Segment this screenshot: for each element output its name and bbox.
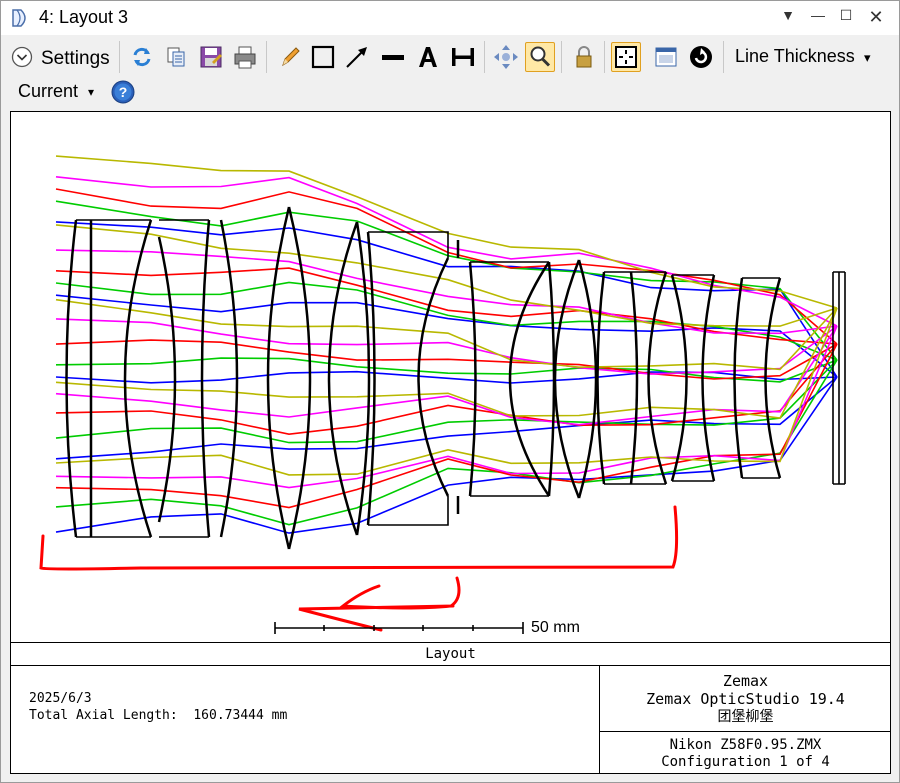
layout-plot: 50 mm Layout 2025/6/3 Total Axial Length… xyxy=(10,111,891,774)
lens-surface xyxy=(547,261,556,497)
pan-icon xyxy=(494,45,518,69)
rotate-icon xyxy=(690,46,712,68)
plot-date: 2025/6/3 xyxy=(29,691,92,706)
rotate-button[interactable] xyxy=(686,42,716,72)
copy-icon xyxy=(167,47,185,67)
line-thickness-dropdown[interactable]: Line Thickness ▾ xyxy=(729,41,879,73)
plot-info-left: 2025/6/3 Total Axial Length: 160.73444 m… xyxy=(29,690,287,724)
pin-button[interactable]: ▼ xyxy=(775,7,801,29)
plot-info-right: Zemax Zemax OpticStudio 19.4 团堡柳堡 Nikon … xyxy=(599,666,891,773)
lens-surface xyxy=(508,261,551,497)
vendor-name: Zemax xyxy=(722,672,769,690)
maximize-icon: ☐ xyxy=(839,7,853,23)
print-button[interactable] xyxy=(230,42,260,72)
minimize-icon: — xyxy=(811,7,825,23)
help-icon[interactable]: ? xyxy=(111,80,135,104)
plot-info-file-block: Nikon Z58F0.95.ZMX Configuration 1 of 4 xyxy=(600,733,891,773)
text-icon xyxy=(419,47,437,67)
current-label: Current xyxy=(18,81,79,101)
chevron-down-icon: ▾ xyxy=(88,85,95,99)
lens-surface xyxy=(287,206,312,550)
pan-button[interactable] xyxy=(491,42,521,72)
current-dropdown[interactable]: Current ▾ xyxy=(13,79,101,105)
line-button[interactable] xyxy=(378,42,408,72)
lock-button[interactable] xyxy=(569,42,599,72)
save-button[interactable] xyxy=(196,42,226,72)
print-icon xyxy=(234,46,256,69)
copy-button[interactable] xyxy=(161,42,191,72)
plot-info-vendor-block: Zemax Zemax OpticStudio 19.4 团堡柳堡 xyxy=(600,666,891,732)
lock-icon xyxy=(576,46,592,68)
crosshair-icon xyxy=(615,46,637,68)
refresh-icon xyxy=(133,47,151,67)
lens-surface xyxy=(327,221,359,536)
arrow-button[interactable] xyxy=(342,42,372,72)
toolbar: Settings Line Thickness ▾ xyxy=(1,37,899,77)
lens-surface xyxy=(157,236,177,523)
lens-surface xyxy=(670,274,688,482)
toolbar-separator xyxy=(484,41,485,73)
scale-bar xyxy=(274,622,524,634)
text-button[interactable] xyxy=(413,42,443,72)
window-app-icon xyxy=(12,9,26,27)
dimension-button[interactable] xyxy=(448,42,478,72)
scale-bar-label: 50 mm xyxy=(531,619,580,636)
toolbar-separator xyxy=(561,41,562,73)
lens-surface xyxy=(596,271,606,485)
lens-surface xyxy=(266,206,291,550)
zoom-button[interactable] xyxy=(525,42,555,72)
minimize-button[interactable]: — xyxy=(805,7,831,29)
toolbar-separator xyxy=(119,41,120,73)
dimension-icon xyxy=(452,48,474,66)
configuration-row: Current ▾ ? xyxy=(1,79,899,107)
toolbar-separator xyxy=(266,41,267,73)
settings-label: Settings xyxy=(41,48,110,69)
product-name: Zemax OpticStudio 19.4 xyxy=(646,690,845,708)
lens-surface xyxy=(200,219,211,538)
configuration-text: Configuration 1 of 4 xyxy=(661,754,830,770)
svg-text:?: ? xyxy=(119,84,128,100)
ray xyxy=(55,221,838,378)
layout-window: 4: Layout 3 ▼ — ☐ ✕ Settings Line Thickn… xyxy=(0,0,900,783)
ray xyxy=(55,359,838,526)
window-button[interactable] xyxy=(651,42,681,72)
zoom-icon xyxy=(530,46,551,67)
line-icon xyxy=(382,55,404,60)
lens-surface xyxy=(647,271,668,485)
plot-caption: Layout xyxy=(11,642,890,666)
file-name: Nikon Z58F0.95.ZMX xyxy=(669,737,822,753)
window-title: 4: Layout 3 xyxy=(39,7,129,27)
line-thickness-label: Line Thickness xyxy=(735,46,855,66)
crosshair-button[interactable] xyxy=(611,42,641,72)
pencil-icon xyxy=(282,47,300,67)
chevron-circle-icon xyxy=(11,46,33,68)
close-icon: ✕ xyxy=(868,7,884,27)
chevron-down-icon: ▾ xyxy=(864,50,871,65)
lens-surface xyxy=(629,271,639,485)
user-name: 团堡柳堡 xyxy=(717,709,774,725)
lens-surface xyxy=(468,261,477,497)
total-axial-length: Total Axial Length: 160.73444 mm xyxy=(29,708,288,723)
refresh-button[interactable] xyxy=(127,42,157,72)
toolbar-separator xyxy=(604,41,605,73)
annotation-arrow xyxy=(298,576,461,632)
maximize-button[interactable]: ☐ xyxy=(833,7,859,29)
save-icon xyxy=(200,46,222,68)
chevron-down-icon: ▼ xyxy=(781,7,795,23)
arrow-icon xyxy=(346,47,367,68)
window-icon xyxy=(655,47,677,67)
lens-surface xyxy=(355,221,371,536)
pencil-button[interactable] xyxy=(275,42,305,72)
toolbar-separator xyxy=(723,41,724,73)
rectangle-icon xyxy=(311,45,335,69)
ray xyxy=(55,224,838,327)
close-button[interactable]: ✕ xyxy=(863,7,889,29)
rectangle-button[interactable] xyxy=(308,42,338,72)
title-bar: 4: Layout 3 ▼ — ☐ ✕ xyxy=(1,1,899,35)
